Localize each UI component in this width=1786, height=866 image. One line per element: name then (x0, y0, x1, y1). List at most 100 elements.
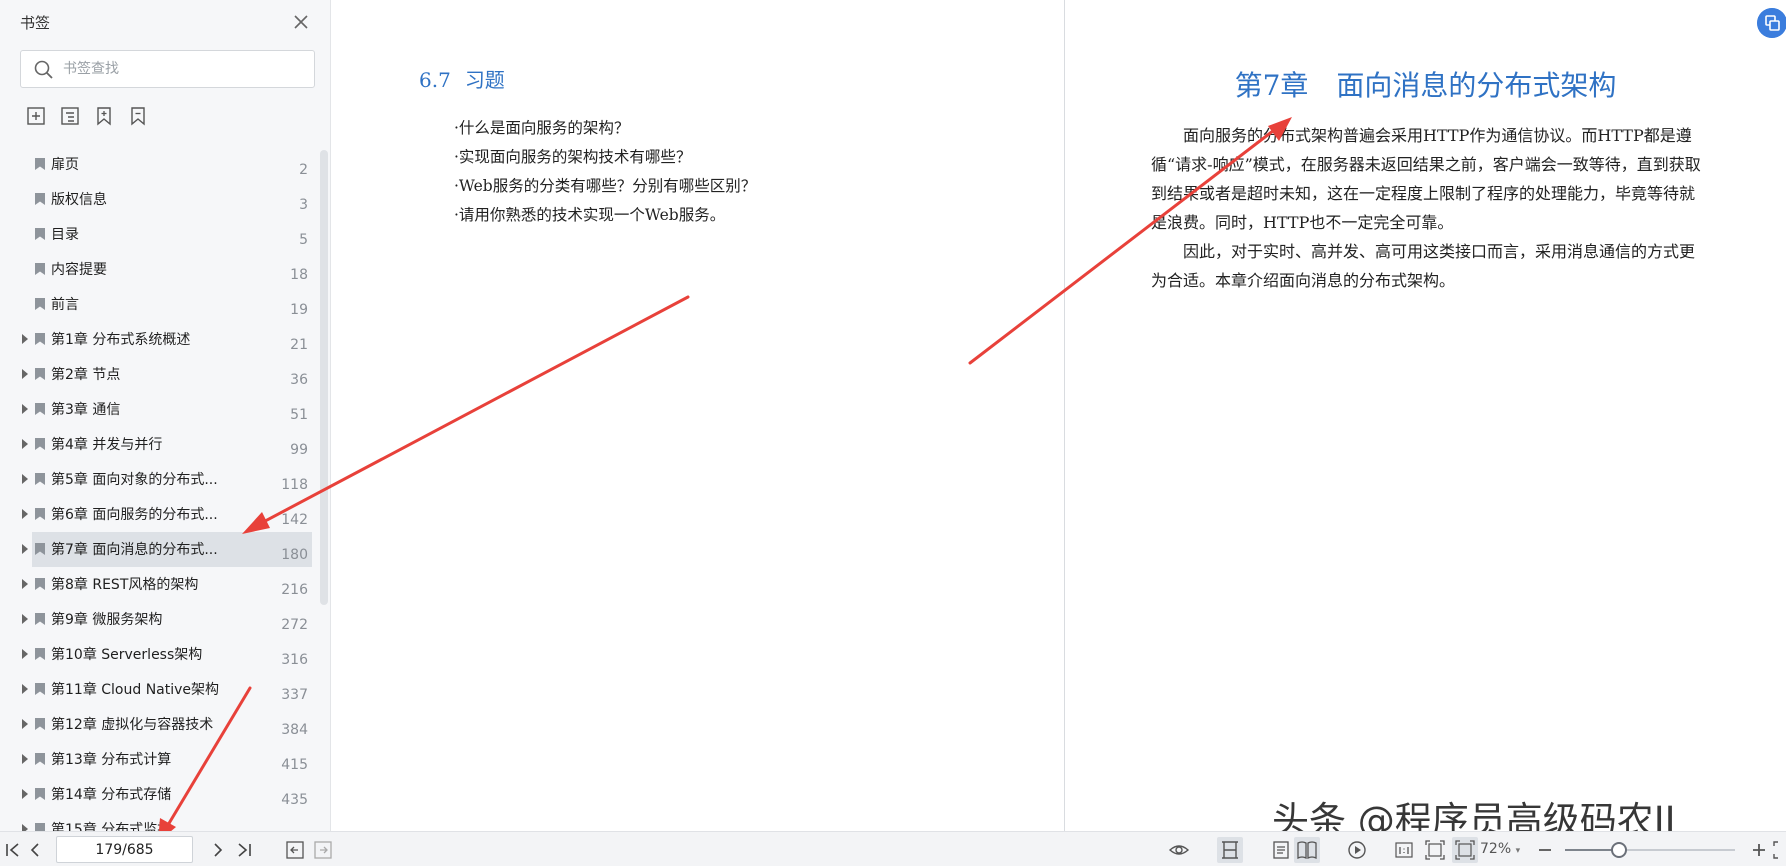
eye-icon[interactable] (1168, 839, 1190, 861)
fit-page-icon[interactable] (1424, 839, 1446, 861)
chapter-heading: 第7章 面向消息的分布式架构 (1065, 64, 1786, 104)
bookmark-item[interactable]: 第9章 微服务架构 272 (20, 602, 316, 637)
last-page-icon[interactable] (233, 839, 255, 861)
chevron-right-icon[interactable] (20, 332, 30, 346)
prev-page-icon[interactable] (24, 839, 46, 861)
pdf-reader-window: 书签 书签查找 扉页 2 版权信息 3 目录 5 内容提要 18 前言 19 第… (0, 0, 1786, 866)
bookmark-item[interactable]: 第2章 节点 36 (20, 357, 316, 392)
bookmark-label: 第7章 面向消息的分布式... (51, 542, 218, 558)
chevron-right-icon[interactable] (20, 507, 30, 521)
zoom-slider-thumb[interactable] (1611, 842, 1628, 858)
exercise-item: ·Web服务的分类有哪些？分别有哪些区别？ (454, 177, 757, 195)
close-icon[interactable] (289, 10, 313, 34)
chevron-right-icon[interactable] (20, 577, 30, 591)
first-page-icon[interactable] (2, 839, 24, 861)
chevron-right-icon[interactable] (20, 647, 30, 661)
exercise-item: ·实现面向服务的架构技术有哪些？ (454, 148, 692, 166)
bookmark-search-input[interactable] (63, 57, 303, 81)
chapter-body: 面向服务的分布式架构普遍会采用HTTP作为通信协议。而HTTP都是遵循“请求-响… (1151, 121, 1707, 295)
play-icon[interactable] (1346, 839, 1368, 861)
bookmark-page-number: 18 (290, 267, 308, 283)
bookmark-label: 第6章 面向服务的分布式... (51, 507, 218, 523)
bookmark-page-number: 142 (281, 512, 308, 528)
fit-width-icon[interactable] (1452, 837, 1478, 863)
chevron-right-icon[interactable] (20, 612, 30, 626)
chevron-right-icon[interactable] (20, 437, 30, 451)
bookmark-item[interactable]: 内容提要 18 (20, 252, 316, 287)
bookmark-item[interactable]: 扉页 2 (20, 147, 316, 182)
bookmark-flag-icon (35, 368, 45, 380)
bookmark-label: 目录 (51, 227, 79, 243)
forward-icon[interactable] (312, 839, 334, 861)
remove-bookmark-icon[interactable] (126, 104, 150, 128)
sidebar-header: 书签 (0, 0, 330, 44)
bookmark-label: 第10章 Serverless架构 (51, 647, 203, 663)
page-number-input[interactable] (57, 837, 192, 862)
bookmark-page-number: 36 (290, 372, 308, 388)
chevron-right-icon[interactable] (20, 542, 30, 556)
document-view-icon[interactable] (1270, 839, 1292, 861)
exercise-item: ·什么是面向服务的架构？ (454, 119, 630, 137)
document-page-right: 第7章 面向消息的分布式架构 面向服务的分布式架构普遍会采用HTTP作为通信协议。… (1065, 0, 1786, 831)
chevron-right-icon[interactable] (20, 717, 30, 731)
bookmark-item[interactable]: 第10章 Serverless架构 316 (20, 637, 316, 672)
zoom-in-icon[interactable] (1748, 839, 1770, 861)
chapter-title: 面向消息的分布式架构 (1336, 69, 1617, 102)
bookmark-item[interactable]: 第1章 分布式系统概述 21 (20, 322, 316, 357)
bookmark-label: 第13章 分布式计算 (51, 752, 172, 768)
bookmark-flag-icon (35, 298, 45, 310)
sidebar-scrollbar[interactable] (320, 150, 328, 605)
bookmark-item[interactable]: 第11章 Cloud Native架构 337 (20, 672, 316, 707)
bookmark-page-number: 3 (299, 197, 308, 213)
bookmark-item[interactable]: 前言 19 (20, 287, 316, 322)
bookmark-item[interactable]: 第14章 分布式存储 435 (20, 777, 316, 812)
bookmark-page-number: 99 (290, 442, 308, 458)
bookmark-search-box[interactable] (20, 50, 315, 88)
chevron-right-icon[interactable] (20, 472, 30, 486)
bookmark-item[interactable]: 第13章 分布式计算 415 (20, 742, 316, 777)
bookmark-item[interactable]: 版权信息 3 (20, 182, 316, 217)
chevron-right-icon[interactable] (20, 367, 30, 381)
bookmark-flag-icon (35, 578, 45, 590)
single-page-view-icon[interactable] (1217, 837, 1243, 863)
chevron-right-icon[interactable] (20, 822, 30, 831)
page-number-field[interactable] (56, 836, 193, 863)
bookmark-item[interactable]: 第15章 分布式监控 (20, 812, 316, 831)
chevron-right-icon[interactable] (20, 682, 30, 696)
bookmark-label: 版权信息 (51, 192, 107, 208)
bookmark-item[interactable]: 第5章 面向对象的分布式... 118 (20, 462, 316, 497)
bookmark-icon[interactable] (92, 104, 116, 128)
chevron-right-icon[interactable] (20, 787, 30, 801)
body-paragraph: 面向服务的分布式架构普遍会采用HTTP作为通信协议。而HTTP都是遵循“请求-响… (1151, 126, 1701, 232)
chevron-right-icon[interactable] (20, 752, 30, 766)
bookmark-label: 第4章 并发与并行 (51, 437, 163, 453)
zoom-slider[interactable] (1565, 842, 1735, 858)
next-page-icon[interactable] (207, 839, 229, 861)
exercise-item: ·请用你熟悉的技术实现一个Web服务。 (454, 206, 726, 224)
bookmark-item[interactable]: 第6章 面向服务的分布式... 142 (20, 497, 316, 532)
bookmark-flag-icon (35, 403, 45, 415)
fullscreen-icon[interactable] (1772, 839, 1786, 861)
back-icon[interactable] (284, 839, 306, 861)
zoom-out-icon[interactable] (1534, 839, 1556, 861)
add-bookmark-icon[interactable] (24, 104, 48, 128)
bookmark-item[interactable]: 第3章 通信 51 (20, 392, 316, 427)
zoom-level[interactable]: 72% ▾ (1480, 841, 1520, 857)
section-title: 习题 (464, 68, 505, 92)
add-sub-bookmark-icon[interactable] (58, 104, 82, 128)
bookmark-item[interactable]: 第4章 并发与并行 99 (20, 427, 316, 462)
bookmark-item[interactable]: 目录 5 (20, 217, 316, 252)
bookmark-flag-icon (35, 263, 45, 275)
translate-badge-icon[interactable] (1757, 8, 1786, 38)
actual-size-icon[interactable] (1393, 839, 1415, 861)
bookmark-label: 第2章 节点 (51, 367, 121, 383)
chevron-right-icon[interactable] (20, 402, 30, 416)
bookmark-label: 扉页 (51, 157, 79, 173)
two-page-view-icon[interactable] (1294, 837, 1320, 863)
bookmark-label: 第12章 虚拟化与容器技术 (51, 717, 214, 733)
sidebar-title: 书签 (20, 14, 51, 32)
bookmark-item[interactable]: 第12章 虚拟化与容器技术 384 (20, 707, 316, 742)
bookmark-item[interactable]: 第8章 REST风格的架构 216 (20, 567, 316, 602)
bookmark-flag-icon (35, 718, 45, 730)
bookmark-item[interactable]: 第7章 面向消息的分布式... 180 (22, 532, 312, 567)
